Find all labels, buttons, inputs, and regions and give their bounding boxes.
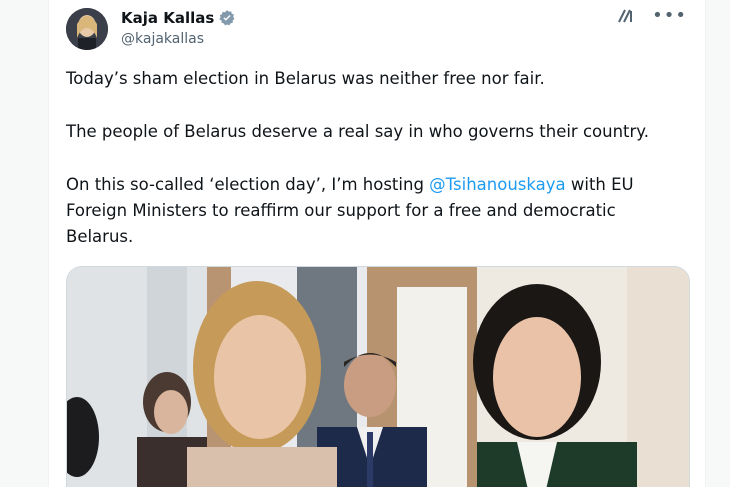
photo-illustration	[67, 267, 689, 487]
tweet-paragraph-1: Today’s sham election in Belarus was nei…	[66, 69, 545, 88]
verified-badge-icon	[218, 9, 236, 27]
tweet-actions-top: •••	[616, 6, 687, 26]
grok-icon[interactable]	[616, 6, 636, 26]
tweet-paragraph-2: The people of Belarus deserve a real say…	[66, 122, 649, 141]
tweet-photo[interactable]	[66, 266, 690, 487]
tweet-paragraph-3: On this so-called ‘election day’, I’m ho…	[66, 172, 686, 250]
author-name-row[interactable]: Kaja Kallas	[121, 9, 236, 27]
more-icon[interactable]: •••	[652, 6, 687, 26]
para3-before: On this so-called ‘election day’, I’m ho…	[66, 175, 430, 194]
author-handle[interactable]: @kajakallas	[121, 31, 204, 47]
author-name[interactable]: Kaja Kallas	[121, 9, 214, 27]
tweet-text: Today’s sham election in Belarus was nei…	[66, 66, 686, 277]
avatar[interactable]	[66, 8, 108, 50]
tweet-card[interactable]: Kaja Kallas @kajakallas ••• Today’s sham…	[48, 0, 706, 487]
mention-link[interactable]: @Tsihanouskaya	[429, 175, 565, 194]
